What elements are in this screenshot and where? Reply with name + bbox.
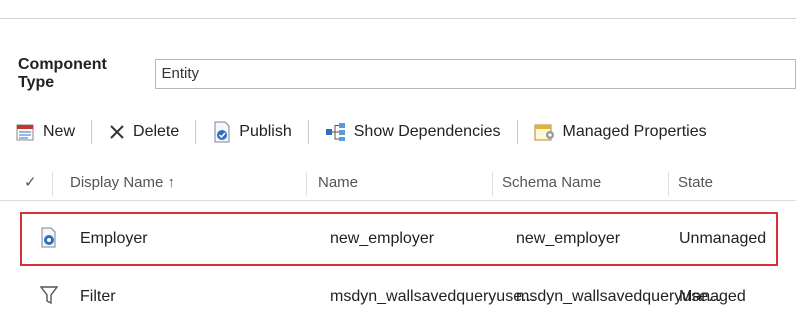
grid-header: ✓ Display Name ↑ Name Schema Name State <box>0 166 796 201</box>
publish-button[interactable]: Publish <box>206 117 297 147</box>
dependencies-icon <box>325 123 345 141</box>
new-record-icon <box>16 124 34 141</box>
managed-properties-label: Managed Properties <box>562 123 707 140</box>
cell-display-name: Employer <box>80 230 148 247</box>
show-dependencies-label: Show Dependencies <box>353 123 501 140</box>
managed-properties-icon <box>534 124 554 141</box>
column-divider <box>492 172 493 196</box>
delete-icon <box>110 125 124 139</box>
toolbar-separator <box>516 120 518 144</box>
column-header-state[interactable]: State <box>678 166 713 200</box>
column-divider <box>306 172 307 196</box>
column-divider <box>52 172 53 196</box>
column-divider <box>668 172 669 196</box>
cell-name: msdyn_wallsavedqueryuse... <box>330 288 536 305</box>
column-header-display-name[interactable]: Display Name ↑ <box>70 166 175 200</box>
publish-label: Publish <box>239 123 292 140</box>
delete-label: Delete <box>133 123 180 140</box>
select-all-checkbox[interactable]: ✓ <box>24 166 37 200</box>
table-row[interactable]: Filter msdyn_wallsavedqueryuse... msdyn_… <box>0 270 796 324</box>
column-header-schema-name[interactable]: Schema Name <box>502 166 601 200</box>
show-dependencies-button[interactable]: Show Dependencies <box>319 117 507 147</box>
component-type-label: Component Type <box>18 56 107 91</box>
toolbar-separator <box>91 120 93 144</box>
cell-display-name: Filter <box>80 288 116 305</box>
new-label: New <box>43 123 76 140</box>
toolbar-separator <box>195 120 197 144</box>
component-type-select[interactable]: Entity <box>154 59 796 89</box>
new-button[interactable]: New <box>10 117 81 147</box>
toolbar: New Delete Publish Show Dependencies Man… <box>10 114 713 150</box>
delete-button[interactable]: Delete <box>102 117 185 147</box>
cell-state: Unmanaged <box>679 230 767 247</box>
publish-icon <box>214 121 230 143</box>
toolbar-separator <box>307 120 309 144</box>
column-header-name[interactable]: Name <box>318 166 358 200</box>
cell-name: new_employer <box>330 230 435 247</box>
component-type-bar: Component Type Entity <box>18 56 796 91</box>
table-row[interactable]: Employer new_employer new_employer Unman… <box>0 212 796 266</box>
managed-properties-button[interactable]: Managed Properties <box>528 117 713 147</box>
entity-icon <box>41 227 56 248</box>
cell-schema-name: new_employer <box>516 230 621 247</box>
top-divider <box>0 18 796 19</box>
cell-state: Managed <box>679 288 746 305</box>
filter-icon <box>40 286 58 305</box>
